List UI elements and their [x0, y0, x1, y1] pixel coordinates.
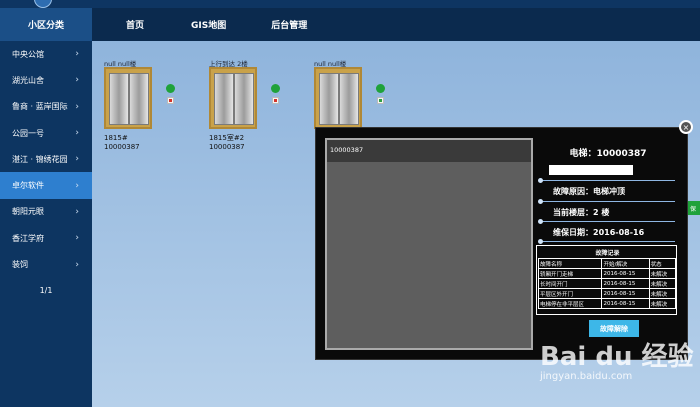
- status-dot-icon: [271, 84, 280, 93]
- table-cell: 2016-08-15: [601, 288, 650, 299]
- sidebar-item-label: 朝阳元眼: [12, 207, 44, 217]
- column-header: 故障名称: [537, 258, 603, 269]
- sidebar-item-4[interactable]: 湛江 · 锦绣花园 ›: [0, 146, 92, 172]
- elevator-door[interactable]: [104, 67, 152, 129]
- elevator-title: 电梯：10000387: [569, 149, 647, 159]
- table-cell: 2016-08-15: [601, 298, 650, 309]
- watermark-logo: Bai du 经验: [540, 342, 694, 372]
- video-title: 10000387: [327, 140, 531, 162]
- nav-gis-map[interactable]: GIS地图: [191, 18, 226, 31]
- table-header: 故障名称 开始/解决 状态: [537, 258, 677, 269]
- sidebar-title: 小区分类: [0, 8, 92, 41]
- sidebar-item-label: 装饲: [12, 260, 28, 270]
- sidebar-item-label: 香江学府: [12, 233, 44, 243]
- records-title: 故障记录: [595, 250, 620, 257]
- sidebar-item-label: 卓尔软件: [12, 181, 44, 191]
- fault-release-button[interactable]: 故障解除: [589, 320, 639, 337]
- elevator-door[interactable]: [209, 67, 257, 129]
- current-floor: 当前楼层：2 楼: [553, 208, 610, 217]
- sidebar-item-8[interactable]: 装饲 ›: [0, 251, 92, 277]
- chevron-right-icon: ›: [75, 233, 79, 244]
- elevator-info: 1815# 10000387: [104, 134, 140, 151]
- maintenance-date: 维保日期：2016-08-16: [553, 228, 645, 237]
- sidebar: 中央公馆 › 湖光山舍 › 鲁商 · 蓝岸国际 › 公园一号 › 湛江 · 锦绣花园 › …: [0, 41, 92, 407]
- close-icon[interactable]: ×: [679, 120, 693, 134]
- watermark-url: jingyan.baidu.com: [540, 371, 633, 382]
- sidebar-item-2[interactable]: 鲁商 · 蓝岸国际 ›: [0, 94, 92, 120]
- status-dot-icon: [166, 84, 175, 93]
- status-dot-icon: [376, 84, 385, 93]
- table-cell: 未解决: [648, 278, 677, 289]
- nav-home[interactable]: 首页: [126, 18, 144, 31]
- sidebar-item-6[interactable]: 朝阳元眼 ›: [0, 199, 92, 225]
- table-cell: 平层区外开门: [537, 288, 603, 299]
- chevron-right-icon: ›: [75, 259, 79, 270]
- sidebar-item-7[interactable]: 香江学府 ›: [0, 225, 92, 251]
- table-cell: 未解决: [648, 298, 677, 309]
- chevron-right-icon: ›: [75, 206, 79, 217]
- table-cell: 2016-08-15: [601, 268, 650, 279]
- sidebar-item-label: 公园一号: [12, 128, 44, 138]
- table-cell: 未解决: [648, 268, 677, 279]
- table-cell: 未解决: [648, 288, 677, 299]
- records-table: 故障名称 开始/解决 状态 轿厢开门走梯 2016-08-15 未解决 长时间开…: [537, 258, 677, 309]
- chevron-right-icon: ›: [75, 154, 79, 165]
- sidebar-item-label: 鲁商 · 蓝岸国际: [12, 102, 68, 112]
- input-bar: [549, 165, 633, 175]
- divider: [538, 199, 675, 204]
- chevron-right-icon: ›: [75, 49, 79, 60]
- main-nav: 首页 GIS地图 后台管理: [92, 8, 307, 41]
- top-bar: 小区分类 首页 GIS地图 后台管理: [0, 0, 700, 41]
- table-cell: 2016-08-15: [601, 278, 650, 289]
- sidebar-item-3[interactable]: 公园一号 ›: [0, 120, 92, 146]
- alarm-icon: [167, 97, 174, 104]
- sidebar-item-label: 湖光山舍: [12, 75, 44, 85]
- column-header: 状态: [648, 258, 677, 269]
- chevron-right-icon: ›: [75, 128, 79, 139]
- sidebar-pager: 1/1: [39, 285, 53, 295]
- arrow-icon: [377, 97, 384, 104]
- elevator-info: 1815室#2 10000387: [209, 134, 245, 151]
- chevron-right-icon: ›: [75, 180, 79, 191]
- table-cell: 电梯停在非平层区: [537, 298, 603, 309]
- sidebar-item-label: 湛江 · 锦绣花园: [12, 154, 68, 164]
- chevron-right-icon: ›: [75, 101, 79, 112]
- nav-admin[interactable]: 后台管理: [271, 18, 307, 31]
- table-row: 平层区外开门 2016-08-15 未解决: [537, 288, 677, 299]
- sidebar-item-1[interactable]: 湖光山舍 ›: [0, 67, 92, 93]
- divider: [538, 178, 675, 183]
- fault-reason: 故障原因：电梯冲顶: [553, 187, 625, 196]
- table-cell: 轿厢开门走梯: [537, 268, 603, 279]
- divider: [538, 239, 675, 244]
- divider: [538, 219, 675, 224]
- chevron-right-icon: ›: [75, 75, 79, 86]
- sidebar-item-label: 中央公馆: [12, 49, 44, 59]
- table-row: 电梯停在非平层区 2016-08-15 未解决: [537, 298, 677, 309]
- table-cell: 长时间开门: [537, 278, 603, 289]
- video-pane: 10000387: [325, 138, 533, 350]
- top-strip: [0, 0, 700, 8]
- elevator-door[interactable]: [314, 67, 362, 129]
- alarm-icon: [272, 97, 279, 104]
- sidebar-item-5[interactable]: 卓尔软件 ›: [0, 172, 92, 199]
- table-row: 轿厢开门走梯 2016-08-15 未解决: [537, 268, 677, 279]
- table-row: 长时间开门 2016-08-15 未解决: [537, 278, 677, 289]
- fault-records: 故障记录 故障名称 开始/解决 状态 轿厢开门走梯 2016-08-15 未解决…: [536, 245, 677, 315]
- side-tab[interactable]: 保: [686, 201, 700, 215]
- column-header: 开始/解决: [601, 258, 650, 269]
- sidebar-item-0[interactable]: 中央公馆 ›: [0, 41, 92, 67]
